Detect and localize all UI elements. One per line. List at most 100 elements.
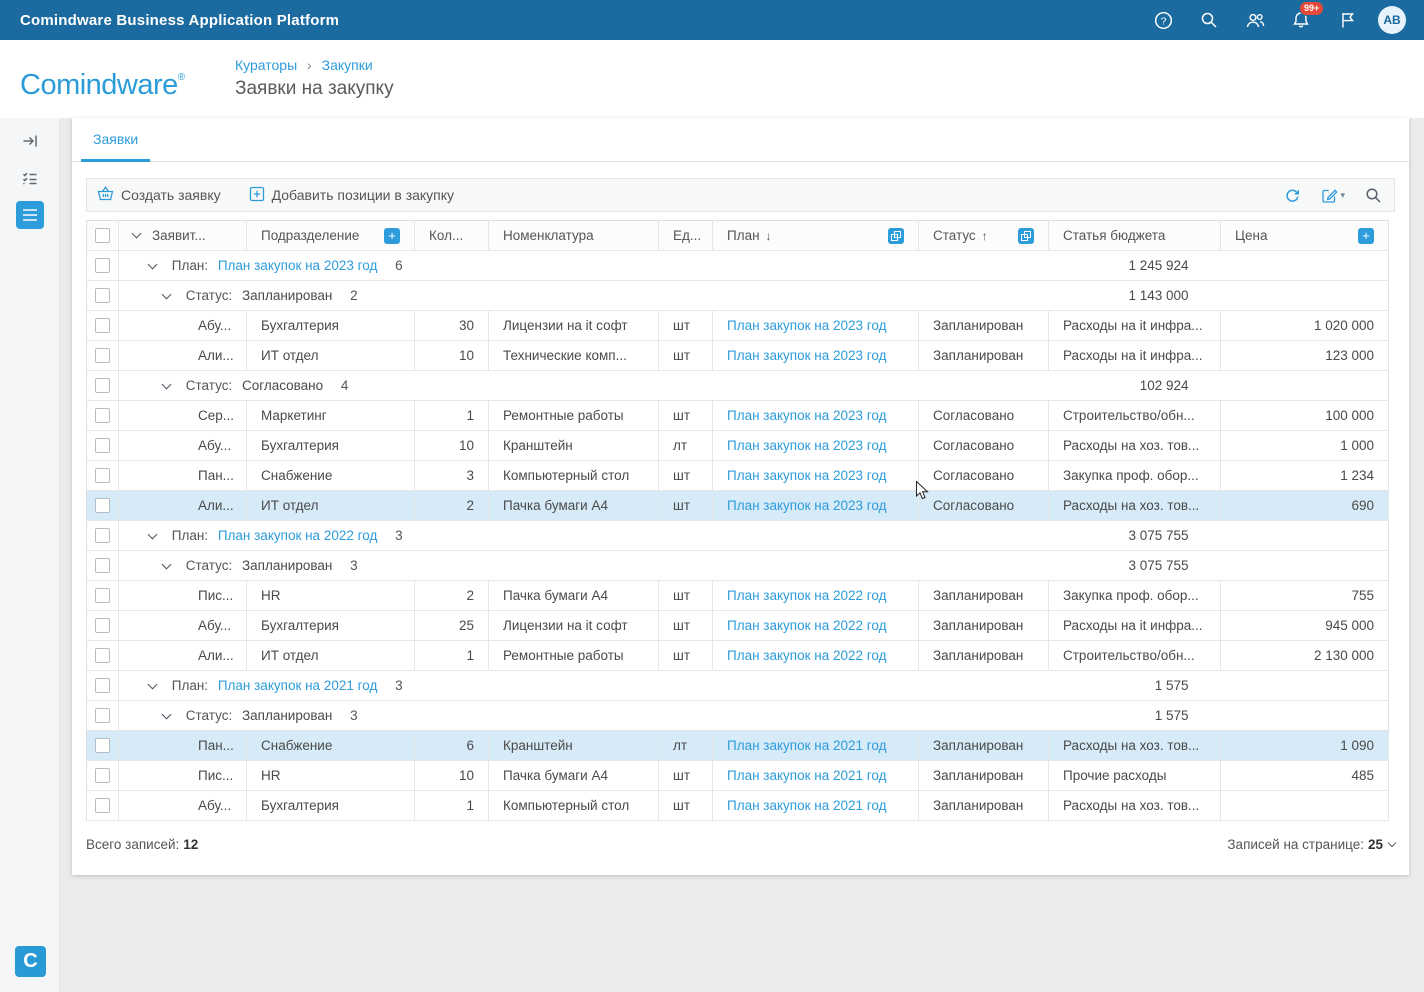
row-checkbox[interactable]	[95, 378, 110, 393]
table-row[interactable]: Пан... Снабжение 3 Компьютерный стол шт …	[87, 461, 1389, 491]
create-request-button[interactable]: Создать заявку	[97, 186, 221, 205]
plan-link[interactable]: План закупок на 2021 год	[727, 768, 887, 783]
search-icon[interactable]	[1194, 5, 1224, 35]
select-all-checkbox[interactable]	[95, 228, 110, 243]
table-row[interactable]: Али... ИТ отдел 2 Пачка бумаги А4 шт Пла…	[87, 491, 1389, 521]
table-row[interactable]: Абу... Бухгалтерия 10 Кранштейн лт План …	[87, 431, 1389, 461]
column-header-item[interactable]: Номенклатура	[489, 221, 659, 251]
status-group-row[interactable]: Статус: Согласовано 4 102 924	[87, 371, 1389, 401]
row-checkbox[interactable]	[95, 558, 110, 573]
per-page-select[interactable]: Записей на странице: 25	[1227, 837, 1395, 852]
plan-link[interactable]: План закупок на 2023 год	[218, 258, 378, 273]
table-row[interactable]: Пис... HR 2 Пачка бумаги А4 шт План заку…	[87, 581, 1389, 611]
column-header-unit[interactable]: Ед...	[659, 221, 713, 251]
plan-link[interactable]: План закупок на 2022 год	[218, 528, 378, 543]
plan-link[interactable]: План закупок на 2022 год	[727, 648, 887, 663]
chevron-down-icon[interactable]	[148, 260, 158, 270]
plan-link[interactable]: План закупок на 2023 год	[727, 348, 887, 363]
table-search-icon[interactable]	[1363, 185, 1384, 206]
cell-budget: Закупка проф. обор...	[1049, 581, 1221, 611]
chevron-down-icon[interactable]	[162, 290, 172, 300]
breadcrumb-link-curators[interactable]: Кураторы	[235, 57, 297, 73]
table-row[interactable]: Али... ИТ отдел 1 Ремонтные работы шт Пл…	[87, 641, 1389, 671]
row-checkbox[interactable]	[95, 798, 110, 813]
plan-group-row[interactable]: План: План закупок на 2023 год 6 1 245 9…	[87, 251, 1389, 281]
plan-link[interactable]: План закупок на 2023 год	[727, 438, 887, 453]
row-checkbox[interactable]	[95, 768, 110, 783]
table-row[interactable]: Абу... Бухгалтерия 1 Компьютерный стол ш…	[87, 791, 1389, 821]
users-icon[interactable]	[1240, 5, 1270, 35]
collapse-sidebar-icon[interactable]	[16, 127, 44, 155]
plan-link[interactable]: План закупок на 2023 год	[727, 468, 887, 483]
edit-icon[interactable]: ▾	[1319, 185, 1347, 206]
table-row[interactable]: Али... ИТ отдел 10 Технические комп... ш…	[87, 341, 1389, 371]
plan-link[interactable]: План закупок на 2021 год	[218, 678, 378, 693]
plan-group-row[interactable]: План: План закупок на 2021 год 3 1 575	[87, 671, 1389, 701]
row-checkbox[interactable]	[95, 528, 110, 543]
plan-link[interactable]: План закупок на 2023 год	[727, 318, 887, 333]
comindware-logo[interactable]: Comindware®	[20, 62, 185, 101]
group-by-plan-icon[interactable]	[888, 228, 904, 244]
table-row[interactable]: Абу... Бухгалтерия 30 Лицензии на it соф…	[87, 311, 1389, 341]
table-row[interactable]: Пис... HR 10 Пачка бумаги А4 шт План зак…	[87, 761, 1389, 791]
row-checkbox[interactable]	[95, 408, 110, 423]
chevron-down-icon[interactable]	[148, 680, 158, 690]
plan-link[interactable]: План закупок на 2021 год	[727, 738, 887, 753]
table-row[interactable]: Абу... Бухгалтерия 25 Лицензии на it соф…	[87, 611, 1389, 641]
breadcrumb-link-purchases[interactable]: Закупки	[322, 57, 373, 73]
plan-link[interactable]: План закупок на 2022 год	[727, 618, 887, 633]
column-header-applicant[interactable]: Заявит...	[119, 221, 247, 251]
feedback-flag-icon[interactable]	[1332, 5, 1362, 35]
menu-icon[interactable]	[16, 201, 44, 229]
chevron-down-icon[interactable]	[162, 380, 172, 390]
status-group-row[interactable]: Статус: Запланирован 2 1 143 000	[87, 281, 1389, 311]
checklist-icon[interactable]	[16, 164, 44, 192]
plan-link[interactable]: План закупок на 2022 год	[727, 588, 887, 603]
group-by-status-icon[interactable]	[1018, 228, 1034, 244]
chevron-down-icon[interactable]	[162, 710, 172, 720]
row-checkbox[interactable]	[95, 288, 110, 303]
add-column-icon[interactable]: +	[1358, 228, 1374, 244]
cell-empty	[1221, 551, 1389, 581]
column-header-status[interactable]: Статус↑	[919, 221, 1049, 251]
comindware-badge-icon[interactable]: C	[15, 946, 46, 977]
tab-requests[interactable]: Заявки	[81, 118, 150, 161]
plan-link[interactable]: План закупок на 2023 год	[727, 498, 887, 513]
row-checkbox[interactable]	[95, 258, 110, 273]
chevron-down-icon[interactable]	[148, 530, 158, 540]
add-positions-button[interactable]: Добавить позиции в закупку	[249, 186, 454, 205]
avatar[interactable]: AB	[1378, 6, 1406, 34]
column-header-department[interactable]: Подразделение+	[247, 221, 415, 251]
column-header-budget[interactable]: Статья бюджета	[1049, 221, 1221, 251]
column-header-qty[interactable]: Кол...	[415, 221, 489, 251]
status-group-row[interactable]: Статус: Запланирован 3 1 575	[87, 701, 1389, 731]
row-checkbox[interactable]	[95, 348, 110, 363]
row-checkbox[interactable]	[95, 648, 110, 663]
table-row[interactable]: Сер... Маркетинг 1 Ремонтные работы шт П…	[87, 401, 1389, 431]
plan-link[interactable]: План закупок на 2021 год	[727, 798, 887, 813]
status-group-row[interactable]: Статус: Запланирован 3 3 075 755	[87, 551, 1389, 581]
row-checkbox[interactable]	[95, 588, 110, 603]
row-checkbox[interactable]	[95, 618, 110, 633]
row-checkbox[interactable]	[95, 468, 110, 483]
row-checkbox[interactable]	[95, 678, 110, 693]
collapse-all-icon[interactable]	[132, 229, 142, 239]
add-column-icon[interactable]: +	[384, 228, 400, 244]
row-checkbox[interactable]	[95, 438, 110, 453]
plan-group-row[interactable]: План: План закупок на 2022 год 3 3 075 7…	[87, 521, 1389, 551]
refresh-icon[interactable]	[1282, 185, 1303, 206]
cell-item: Компьютерный стол	[489, 461, 659, 491]
row-checkbox[interactable]	[95, 498, 110, 513]
help-icon[interactable]: ?	[1148, 5, 1178, 35]
sort-desc-icon[interactable]: ↓	[766, 229, 772, 243]
row-checkbox[interactable]	[95, 738, 110, 753]
plan-link[interactable]: План закупок на 2023 год	[727, 408, 887, 423]
row-checkbox[interactable]	[95, 318, 110, 333]
column-header-price[interactable]: Цена+	[1221, 221, 1389, 251]
column-header-plan[interactable]: План↓	[713, 221, 919, 251]
bell-icon[interactable]: 99+	[1286, 5, 1316, 35]
row-checkbox[interactable]	[95, 708, 110, 723]
table-row[interactable]: Пан... Снабжение 6 Кранштейн лт План зак…	[87, 731, 1389, 761]
chevron-down-icon[interactable]	[162, 560, 172, 570]
sort-asc-icon[interactable]: ↑	[982, 229, 988, 243]
